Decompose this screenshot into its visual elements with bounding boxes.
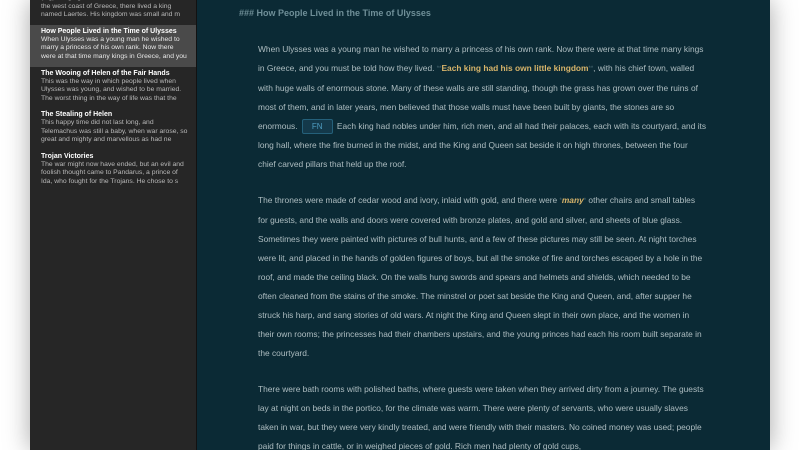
footnote-marker[interactable]: FN — [301, 119, 333, 134]
paragraph[interactable]: The thrones were made of cedar wood and … — [258, 191, 707, 363]
sidebar-item-excerpt: This happy time did not last long, and T… — [41, 119, 188, 143]
sidebar-item-title: How People Lived in the Time of Ulysses — [41, 27, 177, 35]
sidebar[interactable]: (ing) Long ago, in a little island calle… — [30, 0, 196, 450]
paragraph-text: other chairs and small tables for guests… — [258, 195, 703, 358]
app-window: (ing) Long ago, in a little island calle… — [30, 0, 770, 450]
emphasis-text: many — [561, 195, 584, 205]
sidebar-item-how-people-lived[interactable]: How People Lived in the Time of Ulysses … — [30, 24, 196, 67]
sidebar-item-stealing-of-helen[interactable]: The Stealing of Helen This happy time di… — [30, 108, 196, 150]
sidebar-item-title: The Stealing of Helen — [41, 111, 113, 118]
paragraph[interactable]: There were bath rooms with polished bath… — [258, 380, 707, 450]
chapter-heading[interactable]: ### How People Lived in the Time of Ulys… — [239, 8, 431, 18]
sidebar-item-title: Trojan Victories — [41, 152, 94, 160]
sidebar-item-title: The Wooing of Helen of the Fair Hands — [41, 69, 170, 77]
editor-pane[interactable]: ### How People Lived in the Time of Ulys… — [197, 0, 770, 450]
paragraph-text: The thrones were made of cedar wood and … — [258, 195, 560, 205]
paragraph-text: There were bath rooms with polished bath… — [258, 384, 704, 450]
sidebar-item-trojan-victories[interactable]: Trojan Victories The war might now have … — [30, 150, 196, 192]
sidebar-item-wooing-of-helen[interactable]: The Wooing of Helen of the Fair Hands Th… — [30, 67, 196, 109]
sidebar-item-excerpt: This was the way in which people lived w… — [41, 77, 182, 102]
sidebar-item-prologue[interactable]: (ing) Long ago, in a little island calle… — [30, 0, 196, 25]
sidebar-item-excerpt: (ing) Long ago, in a little island calle… — [41, 0, 185, 18]
paragraph[interactable]: When Ulysses was a young man he wished t… — [258, 40, 707, 174]
sidebar-item-excerpt: When Ulysses was a young man he wished t… — [41, 35, 187, 62]
sidebar-item-excerpt: The war might now have ended, but an evi… — [41, 160, 184, 185]
bold-text: Each king had his own little kingdom — [441, 63, 589, 73]
